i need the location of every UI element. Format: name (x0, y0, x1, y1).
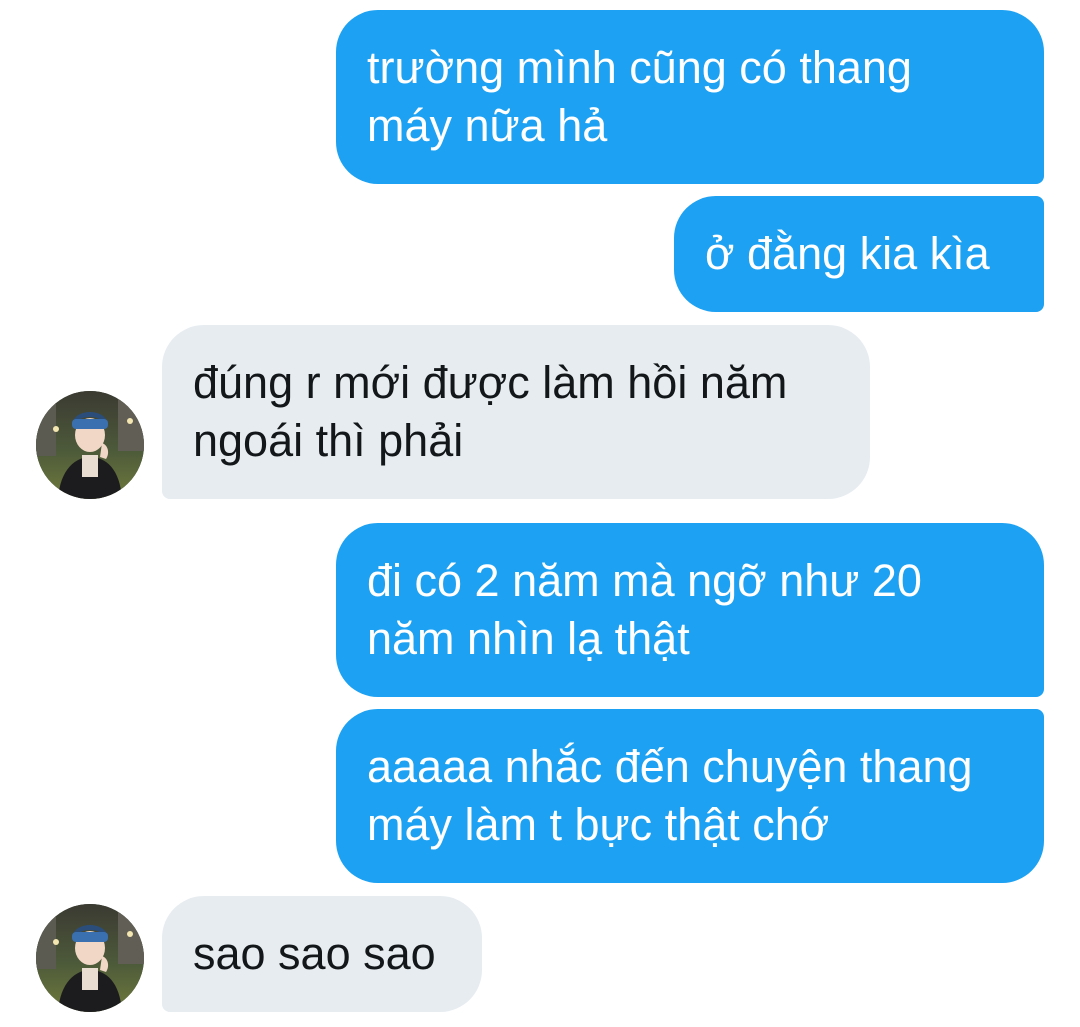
user-avatar-photo-icon (36, 904, 144, 1012)
message-text-line: đúng r mới được làm hồi năm (193, 357, 788, 408)
message-text-line: ngoái thì phải (193, 415, 464, 466)
incoming-message-bubble[interactable]: sao sao sao (162, 896, 482, 1012)
message-text-line: máy nữa hả (367, 100, 608, 151)
message-text-line: máy làm t bực thật chớ (367, 799, 830, 850)
contact-avatar[interactable] (36, 904, 144, 1012)
contact-avatar[interactable] (36, 391, 144, 499)
message-text-line: aaaaa nhắc đến chuyện thang (367, 741, 973, 792)
incoming-message-bubble[interactable]: đúng r mới được làm hồi năm ngoái thì ph… (162, 325, 870, 499)
message-text-line: sao sao sao (193, 928, 436, 979)
outgoing-message-bubble[interactable]: aaaaa nhắc đến chuyện thang máy làm t bự… (336, 709, 1044, 883)
message-text-line: ở đằng kia kìa (705, 228, 990, 279)
message-text-line: trường mình cũng có thang (367, 42, 912, 93)
outgoing-message-bubble[interactable]: trường mình cũng có thang máy nữa hả (336, 10, 1044, 184)
message-text-line: năm nhìn lạ thật (367, 613, 690, 664)
message-text-line: đi có 2 năm mà ngỡ như 20 (367, 555, 922, 606)
user-avatar-photo-icon (36, 391, 144, 499)
outgoing-message-bubble[interactable]: đi có 2 năm mà ngỡ như 20 năm nhìn lạ th… (336, 523, 1044, 697)
conversation-thread: trường mình cũng có thang máy nữa hả ở đ… (0, 0, 1080, 1027)
outgoing-message-bubble[interactable]: ở đằng kia kìa (674, 196, 1044, 312)
